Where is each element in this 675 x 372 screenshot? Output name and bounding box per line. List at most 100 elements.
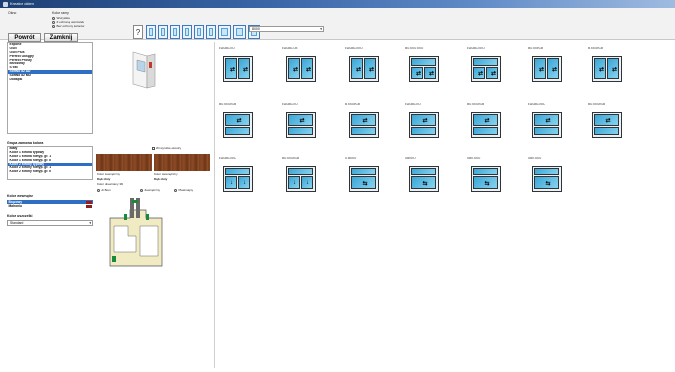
window-type-label: FsKdDs.KU: [405, 102, 421, 106]
radio-both[interactable]: di Bom: [97, 188, 111, 192]
window-type-tile[interactable]: RU.KKPoR ⇄ ⇄: [528, 46, 576, 96]
window-frame-icon: ⇄ ⇄: [532, 56, 562, 82]
list-item[interactable]: Kolor 2 strony nietyp. gr. II: [8, 170, 92, 174]
glass-pane-icon: [225, 168, 250, 175]
opening-direction-icon: ↓: [293, 179, 296, 186]
opening-direction-icon: ⇄: [545, 118, 551, 124]
window-frame-icon: ⇄: [532, 112, 562, 138]
window-type-label: URK.KKU: [467, 156, 481, 160]
window-two-sash-tool[interactable]: [158, 25, 168, 39]
window-type-tile[interactable]: URK.KKU ⇆: [467, 156, 515, 206]
opening-direction-icon: ⇄: [484, 118, 490, 124]
outer-wood-swatch[interactable]: [96, 154, 152, 171]
help-tool-button[interactable]: ?: [133, 25, 143, 39]
profile-list[interactable]: Expone OSN OSN Plus Perfect Okrągły Perf…: [7, 42, 93, 134]
window-type-tile[interactable]: FsKdDs.KU ⇄: [405, 102, 453, 152]
toolbar: Okno Kolor ramy Wszystkie Z ochroną uszc…: [0, 8, 675, 42]
glass-pane-icon: ⇄: [424, 67, 436, 79]
window-fixed-tool[interactable]: [182, 25, 192, 39]
window-one-sash-tool[interactable]: [146, 25, 156, 39]
inner-wood-swatch[interactable]: [154, 154, 210, 171]
glass-pane-icon: ⇄: [486, 67, 498, 79]
window-type-tile[interactable]: FsKdDs.KKL ↓ ↓: [219, 156, 267, 206]
wood-checkbox[interactable]: Wi wyrobie okostry: [152, 146, 181, 150]
glass-pane-icon: [534, 127, 559, 135]
color-group-heading: Grupa zamowa kolora: [7, 141, 44, 145]
series-select[interactable]: 8000 ▾: [249, 26, 324, 32]
window-type-tile[interactable]: FsKdDs.KKL ⇄: [528, 102, 576, 152]
window-type-label: FsKdDs.KKL: [219, 156, 237, 160]
window-frame-icon: ⇄ ⇄: [409, 56, 439, 82]
window-type-tile[interactable]: URKKU ⇆: [405, 156, 453, 206]
inner-color-option-mahogany[interactable]: Mahoniu: [7, 204, 93, 208]
radio-no-color-dot[interactable]: [52, 24, 55, 28]
window-type-tile[interactable]: FsKdDs.KKU ⇄ ⇄: [467, 46, 515, 96]
window-type-tile[interactable]: FsKdDs.UK ⇄ ⇄: [282, 46, 330, 96]
window-door-tool[interactable]: [206, 25, 216, 39]
window-types-grid: FsKdDs.KU ⇄ ⇄ FsKdDs.UK ⇄ ⇄ FsKdDs.KKU ⇄ ⇄ RU.KKU…: [214, 42, 671, 368]
window-transom-tool[interactable]: [218, 25, 231, 39]
checkbox[interactable]: [152, 146, 155, 150]
radio-label: di Bom: [101, 188, 111, 192]
window-type-tile[interactable]: R.KKUPoR ⇄: [345, 102, 393, 152]
inner-color-value: Dąb złoty: [154, 177, 168, 181]
restore-button[interactable]: Powrót: [8, 33, 41, 42]
window-type-tile[interactable]: RU.KKUPoR ↓ ↓: [282, 156, 330, 206]
radio-dot[interactable]: [140, 188, 143, 192]
window-frame-icon: ⇆: [349, 166, 379, 192]
window-type-tile[interactable]: RU.KKUPoR ⇄: [467, 102, 515, 152]
window-type-tile[interactable]: R.KKUPoR ⇄ ⇄: [588, 46, 636, 96]
radio-dot[interactable]: [97, 188, 100, 192]
window-frame-icon: ⇄: [223, 112, 253, 138]
radio-outer[interactable]: Zewnętrzny: [140, 188, 160, 192]
window-title: Kreator okien: [10, 1, 34, 6]
app-icon: [3, 1, 8, 7]
series-select-value: 8000: [252, 27, 260, 31]
opening-direction-icon: ⇄: [299, 118, 305, 124]
chevron-down-icon[interactable]: ▾: [320, 27, 322, 32]
window-type-label: FsKdDs.KU: [282, 102, 298, 106]
glass-pane-icon: ⇄: [594, 114, 619, 126]
seal-color-select[interactable]: Standard ▾: [7, 220, 93, 226]
glass-pane-icon: ⇆: [351, 176, 376, 189]
chevron-down-icon[interactable]: ▾: [89, 221, 91, 226]
window-type-label: FsKdDs.KKU: [345, 46, 363, 50]
seal-color-heading: Kolor uszczelki: [7, 214, 33, 218]
window-type-tile[interactable]: RU.KKU.KKU ⇄ ⇄: [405, 46, 453, 96]
radio-dot[interactable]: [174, 188, 177, 192]
radio-plastic[interactable]: Plastmajny: [174, 188, 193, 192]
window-tilt-tool[interactable]: [194, 25, 204, 39]
radio-no-color[interactable]: Bez ochrony kolorów: [52, 24, 84, 28]
window-type-tile[interactable]: FsKdDs.KU ⇄ ⇄: [219, 46, 267, 96]
list-item[interactable]: Dodajiki: [8, 78, 92, 82]
window-type-label: RU.KKUPoR: [588, 102, 606, 106]
opening-direction-icon: ⇄: [293, 66, 299, 73]
window-frame-icon: ⇄: [409, 112, 439, 138]
glass-pane-icon: ↓: [225, 176, 237, 189]
window-type-tile[interactable]: FsKdDs.KU ⇄: [282, 102, 330, 152]
glass-pane-icon: [288, 168, 313, 175]
window-type-label: RU.KKU.KKU: [405, 46, 424, 50]
help-icon: ?: [135, 27, 141, 37]
close-button[interactable]: Zamknij: [44, 33, 78, 42]
opening-direction-icon: ⇄: [599, 66, 605, 73]
wood-3d-label: Kolor drewniany 3D: [97, 182, 124, 186]
opening-direction-icon: ↓: [243, 179, 246, 186]
opening-direction-icon: ⇄: [230, 66, 236, 73]
opening-direction-icon: ⇄: [369, 66, 375, 73]
glass-pane-icon: ⇄: [473, 114, 498, 126]
window-type-label: FsKdDs.KKU: [467, 46, 485, 50]
window-type-tile[interactable]: URK.KKU ⇆: [528, 156, 576, 206]
window-type-tile[interactable]: RU.KKUPoR ⇄: [219, 102, 267, 152]
window-type-tile[interactable]: RU.KKUPoR ⇄: [588, 102, 636, 152]
window-type-tile[interactable]: U.RKKU ⇆: [345, 156, 393, 206]
window-type-label: RU.KKUPoR: [282, 156, 300, 160]
window-grid-tool[interactable]: [233, 25, 246, 39]
title-bar: Kreator okien: [0, 0, 675, 8]
window-type-label: R.KKUPoR: [345, 102, 361, 106]
window-type-tile[interactable]: FsKdDs.KKU ⇄ ⇄: [345, 46, 393, 96]
color-swatch: [86, 204, 92, 208]
glass-pane-icon: [225, 127, 250, 135]
color-group-list[interactable]: Biały Kolor 1 strona typowy Kolor 1 stro…: [7, 146, 93, 180]
window-three-sash-tool[interactable]: [170, 25, 180, 39]
